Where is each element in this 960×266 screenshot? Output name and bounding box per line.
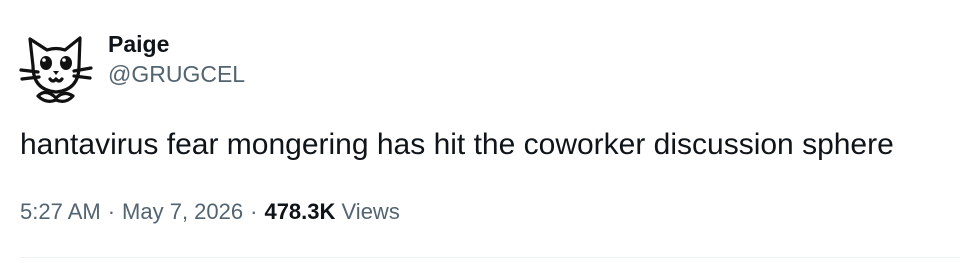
views-count: 478.3K xyxy=(264,199,336,224)
tweet-time[interactable]: 5:27 AM xyxy=(20,199,101,224)
display-name[interactable]: Paige xyxy=(108,28,245,60)
cat-face-doodle-icon[interactable] xyxy=(16,26,96,106)
user-names: Paige @GRUGCEL xyxy=(108,26,245,90)
views-label: Views xyxy=(341,199,400,224)
tweet-text: hantavirus fear mongering has hit the co… xyxy=(20,128,894,161)
meta-separator: · xyxy=(107,199,116,224)
meta-separator: · xyxy=(250,199,258,224)
tweet-meta: 5:27 AM · May 7, 2026 · 478.3K Views xyxy=(20,197,400,227)
divider xyxy=(20,257,960,258)
tweet-header: Paige @GRUGCEL xyxy=(16,26,245,106)
tweet-date[interactable]: May 7, 2026 xyxy=(122,199,243,224)
user-handle[interactable]: @GRUGCEL xyxy=(108,58,245,90)
tweet-card: Paige @GRUGCEL hantavirus fear mongering… xyxy=(0,0,960,266)
